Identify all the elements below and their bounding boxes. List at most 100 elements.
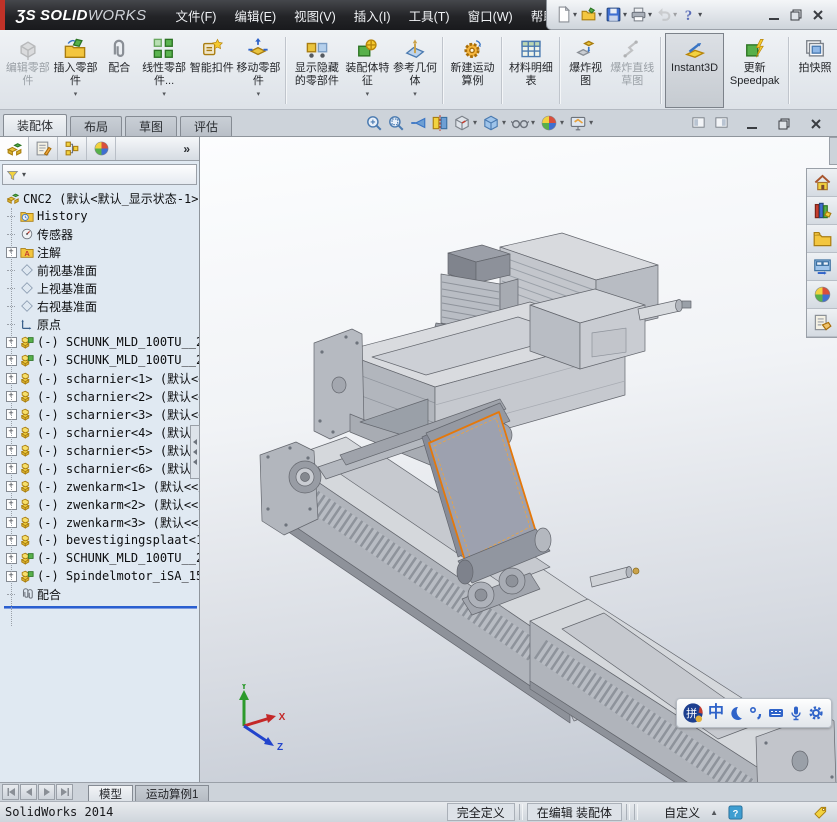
ribbon-button-2[interactable]: 配合 — [99, 33, 139, 108]
ime-punct-button[interactable] — [748, 705, 764, 721]
tab-装配体[interactable]: 装配体 — [3, 114, 67, 136]
home-task-tab[interactable] — [807, 169, 837, 197]
graphics-viewport[interactable]: Y X Z 拼中 — [200, 137, 837, 782]
tree-root-item[interactable]: CNC2 (默认<默认_显示状态-1>) — [2, 189, 199, 207]
ime-mic-button[interactable] — [788, 705, 804, 721]
pane-left-toggle-button[interactable] — [691, 115, 706, 130]
menu-item-3[interactable]: 插入(I) — [345, 6, 400, 25]
tree-item-18[interactable]: +(-) bevestigingsplaat<1> ( — [2, 531, 199, 549]
ime-logo-button[interactable]: 拼 — [682, 702, 704, 724]
tree-item-10[interactable]: +(-) scharnier<2> (默认<<默 — [2, 387, 199, 405]
save-button[interactable]: ▾ — [605, 6, 627, 23]
ribbon-button-1[interactable]: 插入零部件▾ — [52, 33, 100, 108]
file-explorer-task-tab[interactable] — [807, 225, 837, 253]
view-palette-task-tab[interactable] — [807, 253, 837, 281]
config-mgr-tab[interactable] — [58, 137, 87, 160]
ribbon-button-4[interactable]: 智能扣件 — [189, 33, 235, 108]
tree-item-5[interactable]: 右视基准面 — [2, 297, 199, 315]
hide-show-dropdown-icon[interactable]: ▾ — [531, 118, 535, 127]
sheet-nav-first-button[interactable] — [2, 784, 19, 800]
rollback-bar[interactable] — [4, 606, 197, 609]
restore-button[interactable] — [785, 6, 807, 24]
tabs-overflow-chevron[interactable]: » — [174, 137, 199, 160]
sheet-nav-next-button[interactable] — [38, 784, 55, 800]
tree-filter-bar[interactable]: ▾ — [2, 164, 197, 185]
menu-item-4[interactable]: 工具(T) — [400, 6, 459, 25]
tree-item-14[interactable]: +(-) scharnier<6> (默认<<默 — [2, 459, 199, 477]
tag-icon[interactable] — [813, 804, 828, 819]
sheet-tab-1[interactable]: 运动算例1 — [135, 785, 209, 801]
fm-tree-tab[interactable] — [0, 137, 29, 160]
ribbon-button-9[interactable]: 新建运动算例 — [447, 33, 498, 108]
ribbon-button-10[interactable]: 材料明细表 — [506, 33, 556, 108]
display-style-dropdown-icon[interactable]: ▾ — [502, 118, 506, 127]
ribbon-button-12[interactable]: 爆炸直线草图 — [608, 33, 658, 108]
tree-item-11[interactable]: +(-) scharnier<3> (默认<<默 — [2, 405, 199, 423]
ime-keyboard-button[interactable] — [768, 705, 784, 721]
tree-item-16[interactable]: +(-) zwenkarm<2> (默认<<默认 — [2, 495, 199, 513]
tree-item-13[interactable]: +(-) scharnier<5> (默认<<默 — [2, 441, 199, 459]
ribbon-button-5[interactable]: 移动零部件▾ — [235, 33, 283, 108]
help-button[interactable]: ?▾ — [680, 6, 702, 23]
menu-item-5[interactable]: 窗口(W) — [459, 6, 522, 25]
task-pane-collapsed-edge[interactable] — [829, 137, 837, 165]
prop-mgr-tab[interactable] — [29, 137, 58, 160]
tree-item-6[interactable]: 原点 — [2, 315, 199, 333]
apply-scene-dropdown-icon[interactable]: ▾ — [589, 118, 593, 127]
ribbon-button-13[interactable]: Instant3D — [665, 33, 724, 108]
undo-button[interactable]: ▾ — [655, 6, 677, 23]
menu-item-2[interactable]: 视图(V) — [285, 6, 345, 25]
model-3d-cnc-assembly[interactable] — [200, 137, 837, 782]
tree-item-1[interactable]: 传感器 — [2, 225, 199, 243]
tree-item-17[interactable]: +(-) zwenkarm<3> (默认<<默认 — [2, 513, 199, 531]
zoom-fit-button[interactable] — [363, 112, 385, 133]
ribbon-button-3[interactable]: 线性零部件...▾ — [139, 33, 189, 108]
pane-right-toggle-button[interactable] — [714, 115, 729, 130]
ribbon-button-11[interactable]: 爆炸视图 — [564, 33, 608, 108]
tree-item-19[interactable]: +(-) SCHUNK_MLD_100TU__2000 — [2, 549, 199, 567]
ime-mode-button[interactable]: 中 — [708, 705, 724, 721]
ribbon-button-7[interactable]: 装配体特征▾ — [344, 33, 392, 108]
appearances-task-tab[interactable] — [807, 281, 837, 309]
tree-item-3[interactable]: 前视基准面 — [2, 261, 199, 279]
ime-moon-button[interactable] — [728, 705, 744, 721]
tree-item-4[interactable]: 上视基准面 — [2, 279, 199, 297]
tree-item-21[interactable]: 配合 — [2, 585, 199, 603]
view-orientation-dropdown-icon[interactable]: ▾ — [473, 118, 477, 127]
hide-show-button[interactable] — [509, 112, 531, 133]
previous-view-button[interactable] — [407, 112, 429, 133]
print-button[interactable]: ▾ — [630, 6, 652, 23]
tree-item-20[interactable]: +(-) Spindelmotor_iSA_1500< — [2, 567, 199, 585]
tab-布局[interactable]: 布局 — [70, 116, 122, 136]
ribbon-button-0[interactable]: 编辑零部件 — [4, 33, 52, 108]
tree-item-2[interactable]: +A注解 — [2, 243, 199, 261]
minimize-button[interactable] — [763, 6, 785, 24]
tree-item-0[interactable]: History — [2, 207, 199, 225]
tab-评估[interactable]: 评估 — [180, 116, 232, 136]
quick-tips-help-button[interactable]: ? — [728, 804, 743, 819]
ribbon-button-14[interactable]: 更新Speedpak — [724, 33, 785, 108]
tab-草图[interactable]: 草图 — [125, 116, 177, 136]
status-expand-icon[interactable]: ▲ — [710, 808, 718, 817]
menu-item-1[interactable]: 编辑(E) — [225, 6, 285, 25]
open-button[interactable]: ▾ — [580, 6, 602, 23]
edit-appearance-dropdown-icon[interactable]: ▾ — [560, 118, 564, 127]
filter-dropdown-icon[interactable]: ▾ — [22, 170, 26, 179]
tree-item-12[interactable]: +(-) scharnier<4> (默认<<默 — [2, 423, 199, 441]
view-orientation-button[interactable] — [451, 112, 473, 133]
document-close-button[interactable] — [805, 115, 827, 133]
edit-appearance-button[interactable] — [538, 112, 560, 133]
ime-gear-button[interactable] — [808, 705, 824, 721]
ribbon-button-15[interactable]: 拍快照 — [793, 33, 837, 108]
tree-item-8[interactable]: +(-) SCHUNK_MLD_100TU__2000 — [2, 351, 199, 369]
apply-scene-button[interactable] — [567, 112, 589, 133]
menu-item-0[interactable]: 文件(F) — [166, 6, 225, 25]
new-doc-button[interactable]: ▾ — [555, 6, 577, 23]
zoom-area-button[interactable] — [385, 112, 407, 133]
display-mgr-tab[interactable] — [87, 137, 116, 160]
ribbon-button-6[interactable]: 显示隐藏的零部件 — [290, 33, 343, 108]
tree-item-9[interactable]: +(-) scharnier<1> (默认<<默 — [2, 369, 199, 387]
display-style-button[interactable] — [480, 112, 502, 133]
tree-item-7[interactable]: +(-) SCHUNK_MLD_100TU__2000 — [2, 333, 199, 351]
document-restore-button[interactable] — [773, 115, 795, 133]
